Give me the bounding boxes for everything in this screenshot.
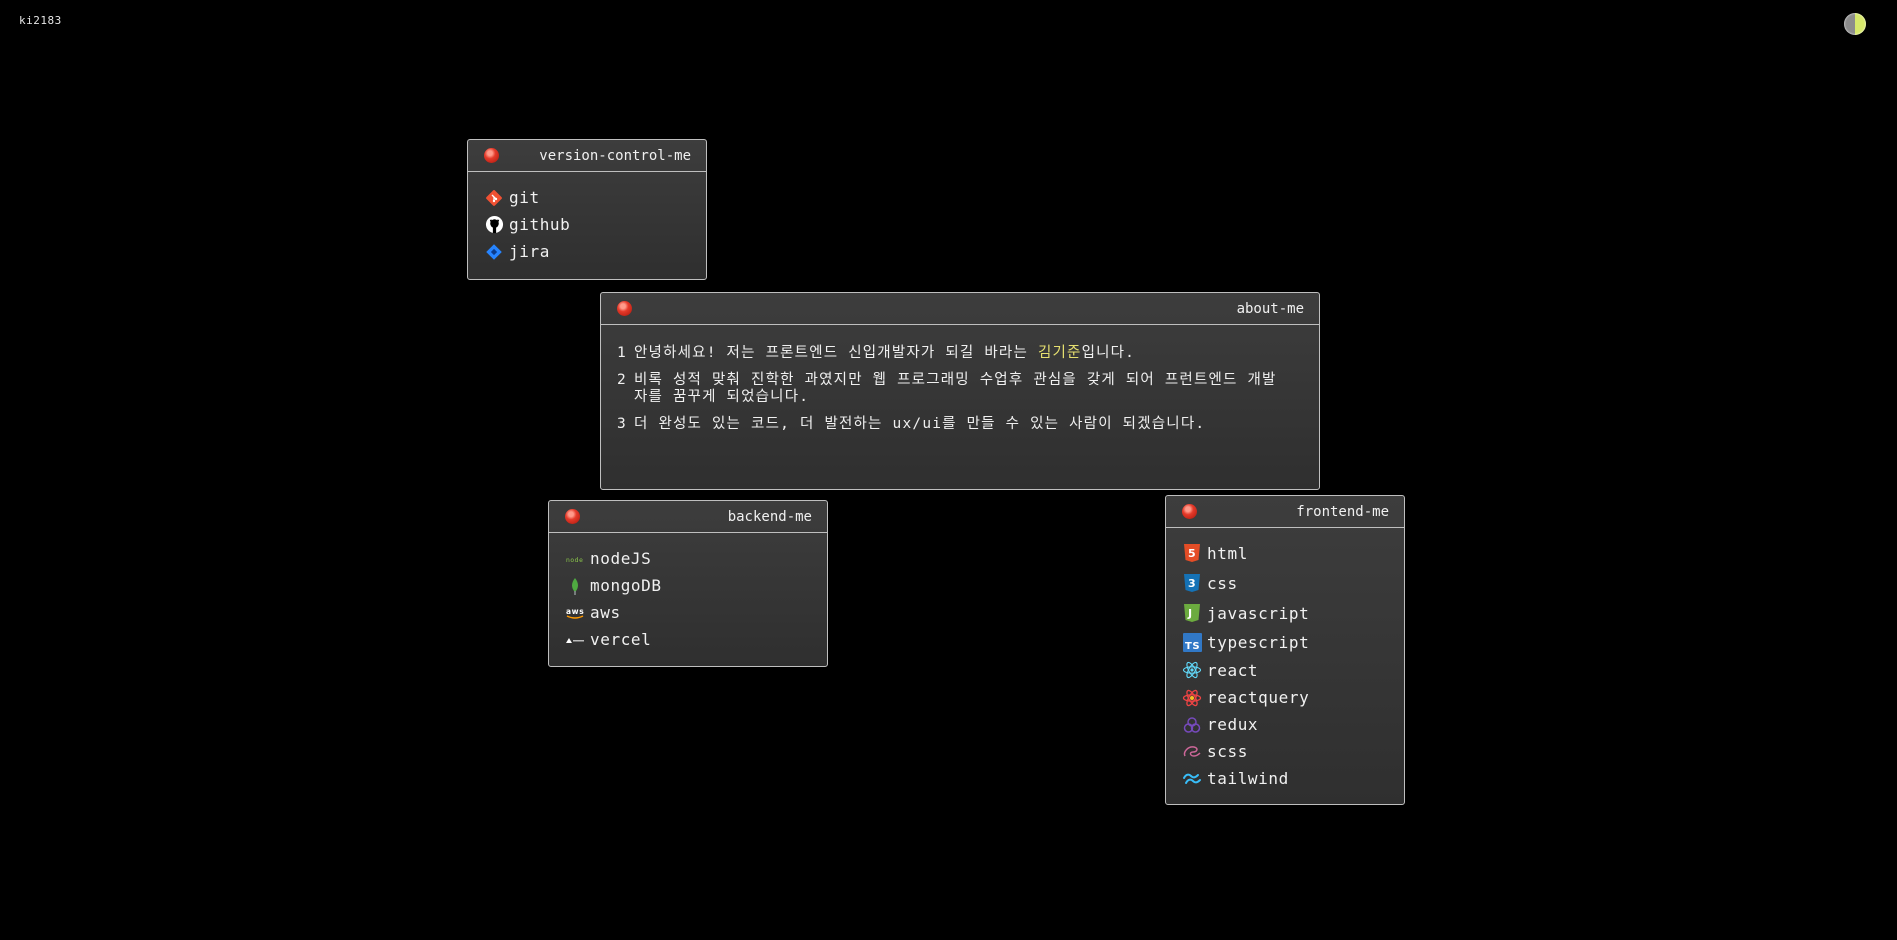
list-item: aws aws [565, 599, 827, 626]
item-label: javascript [1207, 603, 1310, 623]
css3-icon: 3 [1182, 573, 1202, 593]
svg-text:J: J [1187, 607, 1193, 620]
line-number: 1 [617, 345, 627, 361]
window-titlebar[interactable]: backend-me [549, 501, 827, 533]
line-number: 3 [617, 416, 627, 432]
list-item: node nodeJS [565, 545, 827, 572]
item-label: react [1207, 660, 1259, 680]
reactquery-icon [1182, 688, 1202, 708]
item-label: vercel [590, 630, 652, 649]
about-line: 1 안녕하세요! 저는 프론트엔드 신입개발자가 되길 바라는 김기준입니다. [617, 345, 1303, 362]
svg-text:3: 3 [1188, 577, 1196, 590]
line-text: 더 완성도 있는 코드, 더 발전하는 ux/ui를 만들 수 있는 사람이 되… [634, 416, 1206, 432]
nodejs-icon: node [565, 549, 585, 569]
window-titlebar[interactable]: about-me [601, 293, 1319, 325]
typescript-icon: TS [1182, 632, 1202, 652]
name-highlight: 김기준 [1037, 345, 1082, 361]
item-label: git [509, 188, 540, 207]
item-label: reactquery [1207, 688, 1310, 707]
theme-toggle-button[interactable] [1844, 13, 1866, 35]
svg-text:TS: TS [1185, 641, 1200, 652]
list-item: 5 html [1182, 538, 1404, 568]
list-item: TS typescript [1182, 628, 1404, 656]
site-title[interactable]: ki2183 [19, 14, 62, 27]
window-titlebar[interactable]: version-control-me [468, 140, 706, 172]
item-label: jira [509, 242, 550, 261]
jira-icon [484, 242, 504, 262]
line-text: 비록 성적 맞춰 진학한 과였지만 웹 프로그래밍 수업후 관심을 갖게 되어 … [634, 372, 1277, 405]
item-label: tailwind [1207, 769, 1289, 788]
sass-icon [1182, 742, 1202, 762]
about-window[interactable]: about-me 1 안녕하세요! 저는 프론트엔드 신입개발자가 되길 바라는… [600, 292, 1320, 490]
list-item: react [1182, 656, 1404, 684]
svg-text:5: 5 [1188, 547, 1196, 560]
item-label: redux [1207, 715, 1259, 734]
window-title: frontend-me [1296, 504, 1389, 520]
line-text: 안녕하세요! 저는 프론트엔드 신입개발자가 되길 바라는 김기준입니다. [634, 345, 1136, 361]
close-icon[interactable] [1182, 504, 1197, 519]
close-icon[interactable] [484, 148, 499, 163]
vercel-icon [565, 630, 585, 650]
skill-list: node nodeJS mongoDB aws aws vercel [549, 533, 827, 653]
list-item: redux [1182, 711, 1404, 738]
close-icon[interactable] [565, 509, 580, 524]
item-label: mongoDB [590, 576, 662, 595]
version-control-window[interactable]: version-control-me git github jira [467, 139, 707, 280]
list-item: vercel [565, 626, 827, 653]
window-titlebar[interactable]: frontend-me [1166, 496, 1404, 528]
list-item: github [484, 211, 706, 238]
item-label: aws [590, 603, 621, 622]
javascript-icon: J [1182, 603, 1202, 623]
about-line: 2 비록 성적 맞춰 진학한 과였지만 웹 프로그래밍 수업후 관심을 갖게 되… [617, 372, 1303, 406]
redux-icon [1182, 715, 1202, 735]
list-item: mongoDB [565, 572, 827, 599]
git-icon [484, 188, 504, 208]
html5-icon: 5 [1182, 543, 1202, 563]
backend-window[interactable]: backend-me node nodeJS mongoDB aws aws v… [548, 500, 828, 667]
item-label: typescript [1207, 632, 1310, 652]
item-label: nodeJS [590, 549, 652, 568]
svg-text:aws: aws [566, 607, 584, 616]
list-item: git [484, 184, 706, 211]
list-item: 3 css [1182, 568, 1404, 598]
list-item: reactquery [1182, 684, 1404, 711]
window-title: version-control-me [539, 148, 691, 164]
line-number: 2 [617, 372, 627, 388]
list-item: scss [1182, 738, 1404, 765]
about-body: 1 안녕하세요! 저는 프론트엔드 신입개발자가 되길 바라는 김기준입니다. … [601, 325, 1319, 433]
list-item: tailwind [1182, 765, 1404, 792]
list-item: jira [484, 238, 706, 265]
skill-list: git github jira [468, 172, 706, 265]
react-icon [1182, 660, 1202, 680]
aws-icon: aws [565, 603, 585, 623]
tailwind-icon [1182, 769, 1202, 789]
github-icon [484, 215, 504, 235]
window-title: about-me [1236, 301, 1304, 317]
window-title: backend-me [727, 509, 812, 525]
item-label: html [1207, 543, 1248, 563]
item-label: scss [1207, 742, 1248, 761]
about-line: 3 더 완성도 있는 코드, 더 발전하는 ux/ui를 만들 수 있는 사람이… [617, 416, 1303, 433]
item-label: css [1207, 573, 1238, 593]
list-item: J javascript [1182, 598, 1404, 628]
close-icon[interactable] [617, 301, 632, 316]
mongodb-icon [565, 576, 585, 596]
svg-text:node: node [566, 557, 583, 564]
item-label: github [509, 215, 571, 234]
frontend-window[interactable]: frontend-me 5 html 3 css J javascript TS… [1165, 495, 1405, 805]
skill-list: 5 html 3 css J javascript TS typescript [1166, 528, 1404, 792]
